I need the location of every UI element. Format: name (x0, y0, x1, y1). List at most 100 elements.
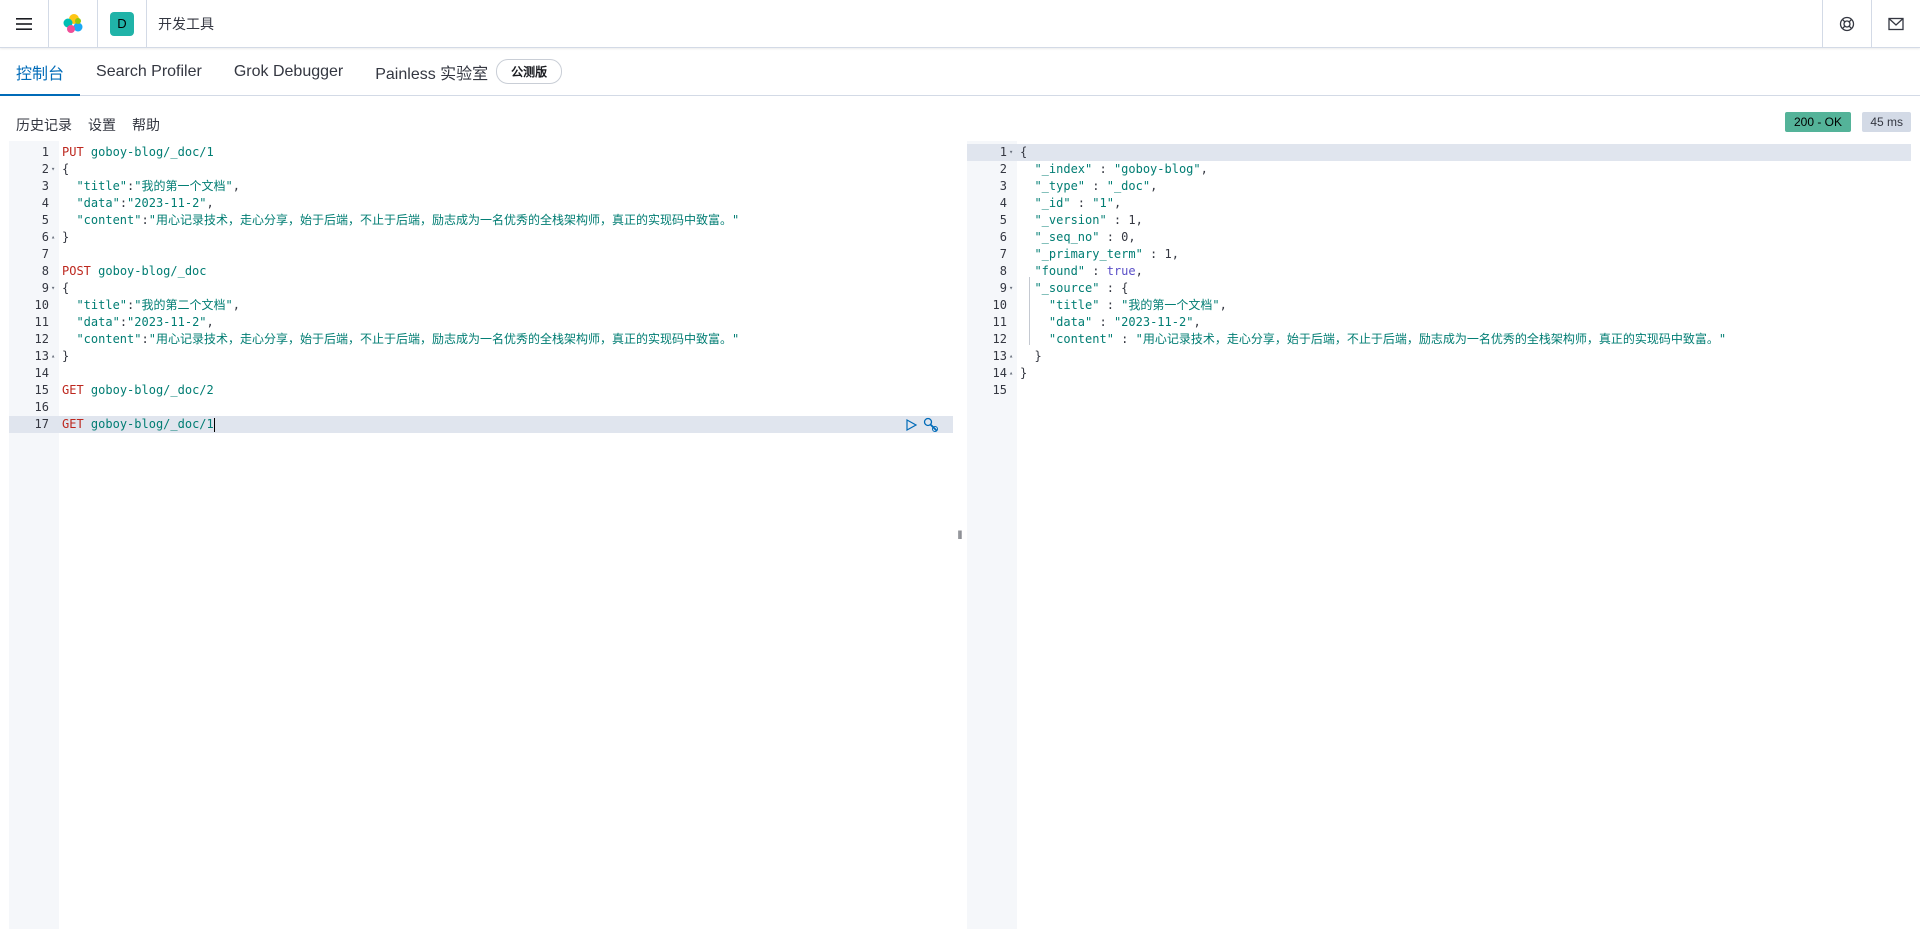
response-editor[interactable]: 1 ▾{2 "_index" : "goboy-blog", 3 "_type" :… (967, 141, 1911, 929)
tab-grok-debugger[interactable]: Grok Debugger (218, 48, 359, 95)
settings-link[interactable]: 设置 (88, 115, 116, 135)
code-token: "_version" (1034, 213, 1107, 227)
fold-toggle-icon[interactable]: ▾ (51, 280, 55, 297)
tab-console[interactable]: 控制台 (0, 48, 81, 96)
code-token: "_seq_no" (1034, 230, 1100, 244)
code-line[interactable]: "content":"用心记录技术，走心分享，始于后端，不止于后端，励志成为一名… (62, 212, 739, 229)
code-token: } (1020, 366, 1028, 380)
code-token: , (1193, 315, 1201, 329)
code-token: "title" (1048, 298, 1100, 312)
code-line[interactable]: } (1020, 365, 1027, 382)
line-number: 17 (34, 417, 49, 431)
code-token: : (1085, 264, 1107, 278)
code-line[interactable]: "data" : "2023-11-2", (1020, 314, 1201, 331)
code-token: "content" (76, 213, 142, 227)
code-token: , (1113, 196, 1122, 210)
code-line[interactable]: } (1020, 348, 1041, 365)
pane-resizer[interactable]: ‖ (953, 141, 967, 929)
line-number: 5 (41, 213, 49, 227)
fold-toggle-icon[interactable]: ▾ (51, 161, 55, 178)
code-token: goboy-blog/_doc/2 (90, 383, 214, 397)
history-link[interactable]: 历史记录 (16, 115, 72, 135)
code-token: "_index" (1034, 162, 1093, 176)
code-token: PUT (62, 145, 84, 159)
code-line[interactable]: { (62, 280, 69, 297)
help-button[interactable] (1823, 0, 1871, 48)
wrench-icon[interactable] (923, 417, 939, 433)
code-token: : (119, 196, 128, 210)
fold-toggle-icon[interactable]: ▴ (51, 229, 55, 246)
news-button[interactable] (1872, 0, 1920, 48)
code-token: "1" (1092, 196, 1114, 210)
fold-toggle-icon[interactable]: ▴ (1009, 348, 1013, 365)
code-token: goboy-blog/_doc/1 (90, 145, 214, 159)
line-number: 12 (34, 332, 49, 346)
code-token: POST (62, 264, 91, 278)
tab-painless-lab[interactable]: Painless 实验室 公测版 (359, 48, 578, 95)
play-icon[interactable] (905, 418, 917, 431)
home-logo-button[interactable] (49, 0, 97, 48)
code-line[interactable]: "title":"我的第二个文档", (62, 297, 240, 314)
code-line[interactable]: "content":"用心记录技术，走心分享，始于后端，不止于后端，励志成为一名… (62, 331, 739, 348)
code-token: goboy-blog/_doc (98, 264, 207, 278)
menu-button[interactable] (0, 0, 48, 48)
code-line[interactable]: GET goboy-blog/_doc/1 (62, 416, 215, 433)
code-line[interactable]: POST goboy-blog/_doc (62, 263, 207, 280)
code-token: "_doc" (1106, 179, 1151, 193)
code-line[interactable]: GET goboy-blog/_doc/2 (62, 382, 214, 399)
code-line[interactable]: } (62, 348, 69, 365)
console-toolbar: 历史记录 设置 帮助 200 - OK 45 ms (0, 108, 1920, 138)
code-token: GET (62, 383, 84, 397)
code-line[interactable]: } (62, 229, 69, 246)
fold-toggle-icon[interactable]: ▴ (51, 348, 55, 365)
line-number: 7 (999, 247, 1007, 261)
code-line[interactable]: "data":"2023-11-2", (62, 195, 213, 212)
code-token: { (62, 281, 70, 295)
code-line[interactable]: "title":"我的第一个文档", (62, 178, 240, 195)
code-token: "data" (76, 196, 120, 210)
line-number: 4 (999, 196, 1007, 210)
help-link[interactable]: 帮助 (132, 115, 160, 135)
code-token: : (1099, 230, 1122, 244)
code-line[interactable]: "found" : true, (1020, 263, 1142, 280)
code-line[interactable]: "_index" : "goboy-blog", (1020, 161, 1207, 178)
code-line[interactable]: "_version" : 1, (1020, 212, 1143, 229)
line-number: 7 (41, 247, 49, 261)
code-line[interactable]: { (62, 161, 69, 178)
code-token: , (1135, 213, 1143, 227)
code-line[interactable]: PUT goboy-blog/_doc/1 (62, 144, 214, 161)
space-selector[interactable]: D (98, 0, 146, 48)
code-token: "_primary_term" (1034, 247, 1143, 261)
code-line[interactable]: "content" : "用心记录技术，走心分享，始于后端，不止于后端，励志成为… (1020, 331, 1726, 348)
fold-toggle-icon[interactable]: ▴ (1009, 365, 1013, 382)
fold-toggle-icon[interactable]: ▾ (1009, 144, 1013, 161)
text-cursor (213, 417, 215, 432)
line-number: 1 (41, 145, 49, 159)
code-line[interactable]: "_type" : "_doc", (1020, 178, 1157, 195)
code-token: "_id" (1034, 196, 1071, 210)
code-token: , (1171, 247, 1179, 261)
code-token: : (1070, 196, 1093, 210)
code-token: GET (62, 417, 84, 431)
code-line[interactable]: { (1020, 144, 1027, 161)
code-token: "data" (76, 315, 120, 329)
tab-search-profiler[interactable]: Search Profiler (80, 48, 218, 95)
request-editor[interactable]: 1 PUT goboy-blog/_doc/1 2 ▾{3 "title":"我的第一… (9, 141, 953, 929)
code-line[interactable]: "_id" : "1", (1020, 195, 1121, 212)
fold-toggle-icon[interactable]: ▾ (1009, 280, 1013, 297)
code-line[interactable]: "_source" : { (1020, 280, 1128, 297)
code-token: } (62, 349, 70, 363)
code-line[interactable]: "_seq_no" : 0, (1020, 229, 1135, 246)
code-line[interactable]: "title" : "我的第一个文档", (1020, 297, 1227, 314)
code-line[interactable]: "data":"2023-11-2", (62, 314, 213, 331)
code-line[interactable]: "_primary_term" : 1, (1020, 246, 1179, 263)
request-actions (905, 416, 939, 433)
